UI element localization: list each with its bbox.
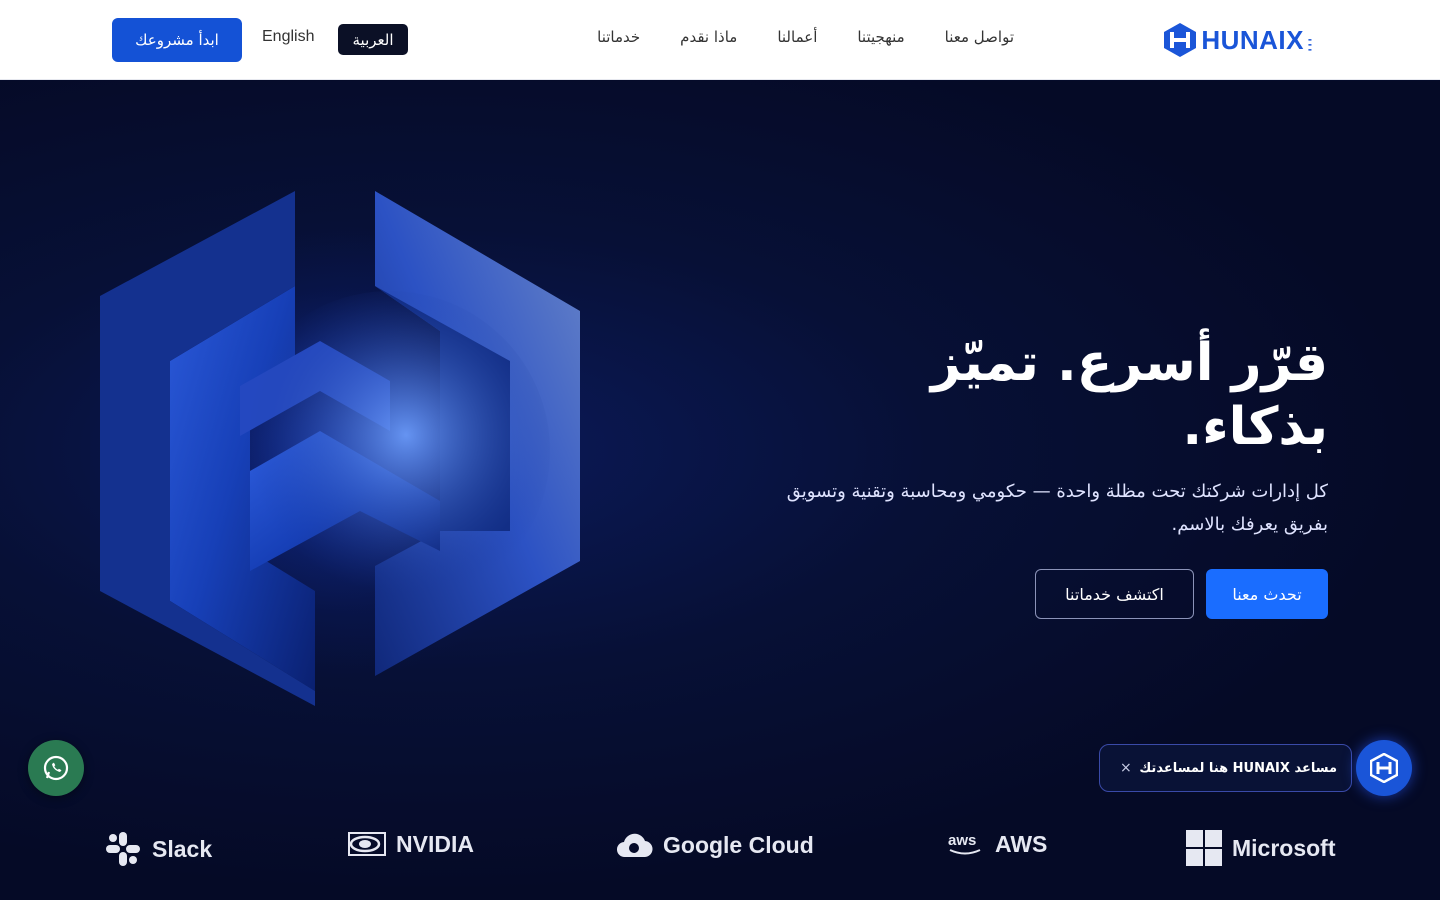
- hero-title: قرّر أسرع. تميّز بذكاء.: [930, 333, 1328, 457]
- hunaix-bot-icon: [1370, 753, 1398, 783]
- hero-3d-logo-icon: [100, 191, 580, 706]
- partner-microsoft: Microsoft: [1186, 830, 1336, 866]
- partner-name: Microsoft: [1232, 834, 1336, 861]
- main-nav: خدماتنا ماذا نقدم أعمالنا منهجيتنا تواصل…: [597, 28, 1014, 46]
- nav-item-what-we-offer[interactable]: ماذا نقدم: [680, 28, 737, 46]
- language-arabic-button[interactable]: العربية: [338, 24, 408, 55]
- hero-actions: تحدث معنا اكتشف خدماتنا: [768, 569, 1328, 619]
- assistant-message: مساعد HUNAIX هنا لمساعدتك: [1139, 760, 1337, 776]
- nvidia-icon: [348, 832, 386, 856]
- site-header: ابدأ مشروعك English العربية خدماتنا ماذا…: [0, 0, 1440, 80]
- partner-google-cloud: Google Cloud: [615, 830, 814, 860]
- partner-nvidia: NVIDIA: [348, 830, 474, 858]
- nav-item-methodology[interactable]: منهجيتنا: [857, 28, 904, 46]
- nav-item-services[interactable]: خدماتنا: [597, 28, 640, 46]
- hero-text-block: قرّر أسرع. تميّز بذكاء. كل إدارات شركتك …: [768, 331, 1328, 619]
- assistant-avatar-button[interactable]: [1356, 740, 1412, 796]
- partner-name: NVIDIA: [396, 830, 474, 857]
- slack-icon: [106, 832, 140, 866]
- partners-strip: Slack NVIDIA Google Cloud aws AWS Micros…: [0, 820, 1440, 880]
- talk-to-us-button[interactable]: تحدث معنا: [1206, 569, 1328, 619]
- partner-name: Slack: [152, 835, 213, 862]
- partner-name: AWS: [995, 830, 1048, 857]
- microsoft-icon: [1186, 830, 1222, 866]
- svg-text:aws: aws: [948, 832, 976, 849]
- language-english-link[interactable]: English: [262, 28, 314, 46]
- brand-name: HUNAIX: [1201, 24, 1304, 55]
- assistant-chat-bubble[interactable]: × مساعد HUNAIX هنا لمساعدتك: [1099, 744, 1352, 792]
- partner-slack: Slack: [104, 830, 212, 868]
- google-cloud-icon: [616, 833, 653, 858]
- partner-aws: aws AWS: [947, 830, 1047, 858]
- brand-tagline: ▬ ▬ ▬: [1308, 36, 1312, 52]
- discover-services-button[interactable]: اكتشف خدماتنا: [1035, 569, 1194, 619]
- close-icon[interactable]: ×: [1120, 760, 1132, 776]
- brand-logo[interactable]: HUNAIX ▬ ▬ ▬: [1163, 22, 1328, 58]
- nav-item-contact[interactable]: تواصل معنا: [945, 28, 1014, 46]
- hero-subtitle: كل إدارات شركتك تحت مظلة واحدة — حكومي و…: [786, 481, 1328, 535]
- whatsapp-icon: [43, 755, 69, 781]
- hunaix-logo-icon: [1164, 23, 1197, 57]
- aws-icon: aws: [948, 832, 981, 855]
- nav-item-our-work[interactable]: أعمالنا: [777, 28, 817, 46]
- start-project-button[interactable]: ابدأ مشروعك: [112, 18, 242, 62]
- partner-name: Google Cloud: [663, 831, 814, 858]
- whatsapp-button[interactable]: [28, 740, 84, 796]
